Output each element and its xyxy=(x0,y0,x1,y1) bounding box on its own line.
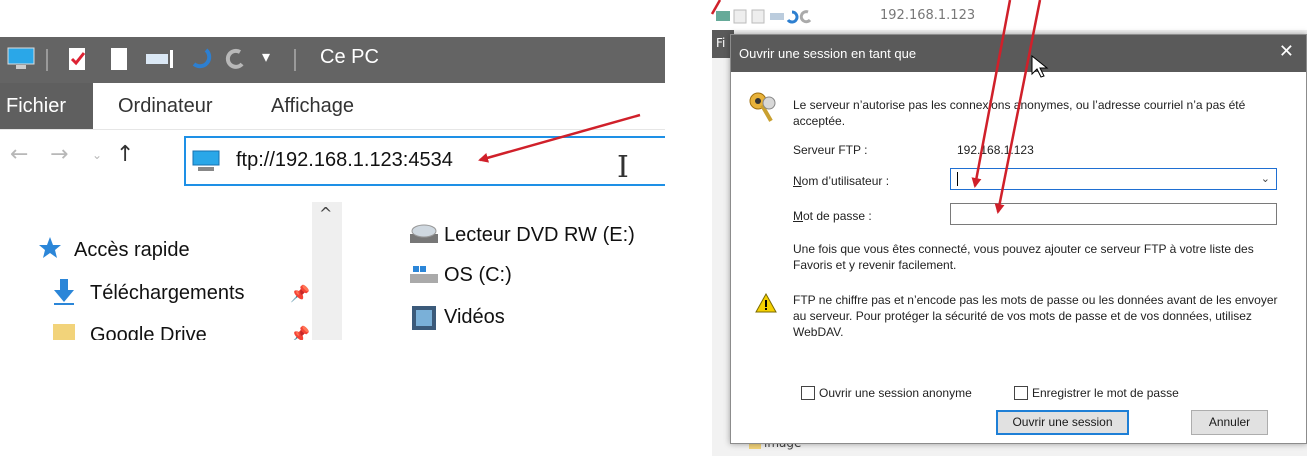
username-label: Nom d’utilisateur : xyxy=(793,174,890,188)
folder-icon xyxy=(53,324,75,340)
dialog-title: Ouvrir une session en tant que xyxy=(731,35,1306,72)
anonymous-checkbox-label[interactable]: Ouvrir une session anonyme xyxy=(819,385,972,401)
pin-icon: 📌 xyxy=(290,284,310,303)
address-text[interactable]: ftp://192.168.1.123:4534 xyxy=(236,149,453,172)
server-value: 192.168.1.123 xyxy=(957,143,1034,157)
security-warning: FTP ne chiffre pas et n’encode pas les m… xyxy=(793,293,1278,339)
dvd-drive-icon xyxy=(410,224,438,243)
username-combobox[interactable]: ⌄ xyxy=(950,168,1277,190)
properties-icon[interactable] xyxy=(66,46,90,72)
os-drive-icon xyxy=(410,266,438,283)
warning-icon xyxy=(755,293,777,313)
tab-computer[interactable]: Ordinateur xyxy=(118,83,213,129)
recent-dropdown-icon[interactable]: ⌄ xyxy=(92,148,102,162)
toolbar-icons xyxy=(716,9,812,24)
background-toolbar-text: 192.168.1.123 xyxy=(880,8,976,23)
nav-google-drive[interactable]: Google Drive xyxy=(90,324,207,340)
download-icon xyxy=(54,279,74,305)
save-password-label[interactable]: Enregistrer le mot de passe xyxy=(1032,385,1179,401)
password-label: Mot de passe : xyxy=(793,209,872,223)
username-label-rest: om d’utilisateur : xyxy=(801,174,890,188)
nav-downloads[interactable]: Téléchargements xyxy=(90,282,245,305)
scrollbar[interactable]: ^ xyxy=(312,202,342,340)
login-dialog: Ouvrir une session en tant que ✕ Le serv… xyxy=(730,34,1307,444)
close-icon[interactable]: ✕ xyxy=(1279,41,1294,62)
back-arrow-icon[interactable]: ← xyxy=(10,142,28,167)
save-password-checkbox[interactable] xyxy=(1014,386,1028,400)
login-button[interactable]: Ouvrir une session xyxy=(996,410,1129,435)
mouse-pointer-icon xyxy=(1031,55,1049,78)
scroll-up-icon[interactable]: ^ xyxy=(319,204,332,223)
anonymous-checkbox[interactable] xyxy=(801,386,815,400)
tab-view[interactable]: Affichage xyxy=(271,83,354,129)
undo-icon[interactable] xyxy=(188,46,212,72)
rename-icon[interactable] xyxy=(144,46,176,72)
redo-icon[interactable] xyxy=(224,46,248,72)
drive-os-c[interactable]: OS (C:) xyxy=(444,264,512,287)
password-field[interactable] xyxy=(950,203,1277,225)
quick-access-toolbar: ▾ Ce PC xyxy=(0,37,665,83)
star-icon xyxy=(39,237,61,258)
favorites-info: Une fois que vous êtes connecté, vous po… xyxy=(793,242,1254,272)
server-label: Serveur FTP : xyxy=(793,143,868,157)
computer-icon[interactable] xyxy=(6,46,36,72)
text-caret xyxy=(957,172,958,186)
explorer-window: ▾ Ce PC Fichier Ordinateur Affichage ← →… xyxy=(0,0,665,340)
window-title: Ce PC xyxy=(320,46,379,68)
error-message: Le serveur n’autorise pas les connexions… xyxy=(793,98,1246,128)
customize-dropdown-icon[interactable]: ▾ xyxy=(262,47,270,66)
background-toolbar: 192.168.1.123 xyxy=(712,0,1307,30)
pin-icon: 📌 xyxy=(290,325,310,340)
address-bar[interactable]: ftp://192.168.1.123:4534 xyxy=(184,136,665,186)
computer-icon xyxy=(192,150,220,171)
text-cursor-icon: I xyxy=(617,150,629,185)
chevron-down-icon[interactable]: ⌄ xyxy=(1261,169,1270,189)
ribbon-tabs: Fichier Ordinateur Affichage xyxy=(0,83,665,130)
background-explorer-window: 192.168.1.123 Fi image Ouvrir une sessio… xyxy=(712,0,1307,456)
keys-icon xyxy=(749,92,776,122)
folder-videos[interactable]: Vidéos xyxy=(444,306,505,329)
new-folder-icon[interactable] xyxy=(108,46,130,72)
tab-file[interactable]: Fichier xyxy=(0,83,93,129)
up-arrow-icon[interactable]: ↑ xyxy=(116,142,134,167)
cancel-button[interactable]: Annuler xyxy=(1191,410,1268,435)
forward-arrow-icon[interactable]: → xyxy=(50,142,68,167)
videos-icon xyxy=(412,306,436,330)
password-label-rest: ot de passe : xyxy=(803,209,872,223)
drive-dvd[interactable]: Lecteur DVD RW (E:) xyxy=(444,224,635,247)
nav-quick-access[interactable]: Accès rapide xyxy=(74,239,190,262)
